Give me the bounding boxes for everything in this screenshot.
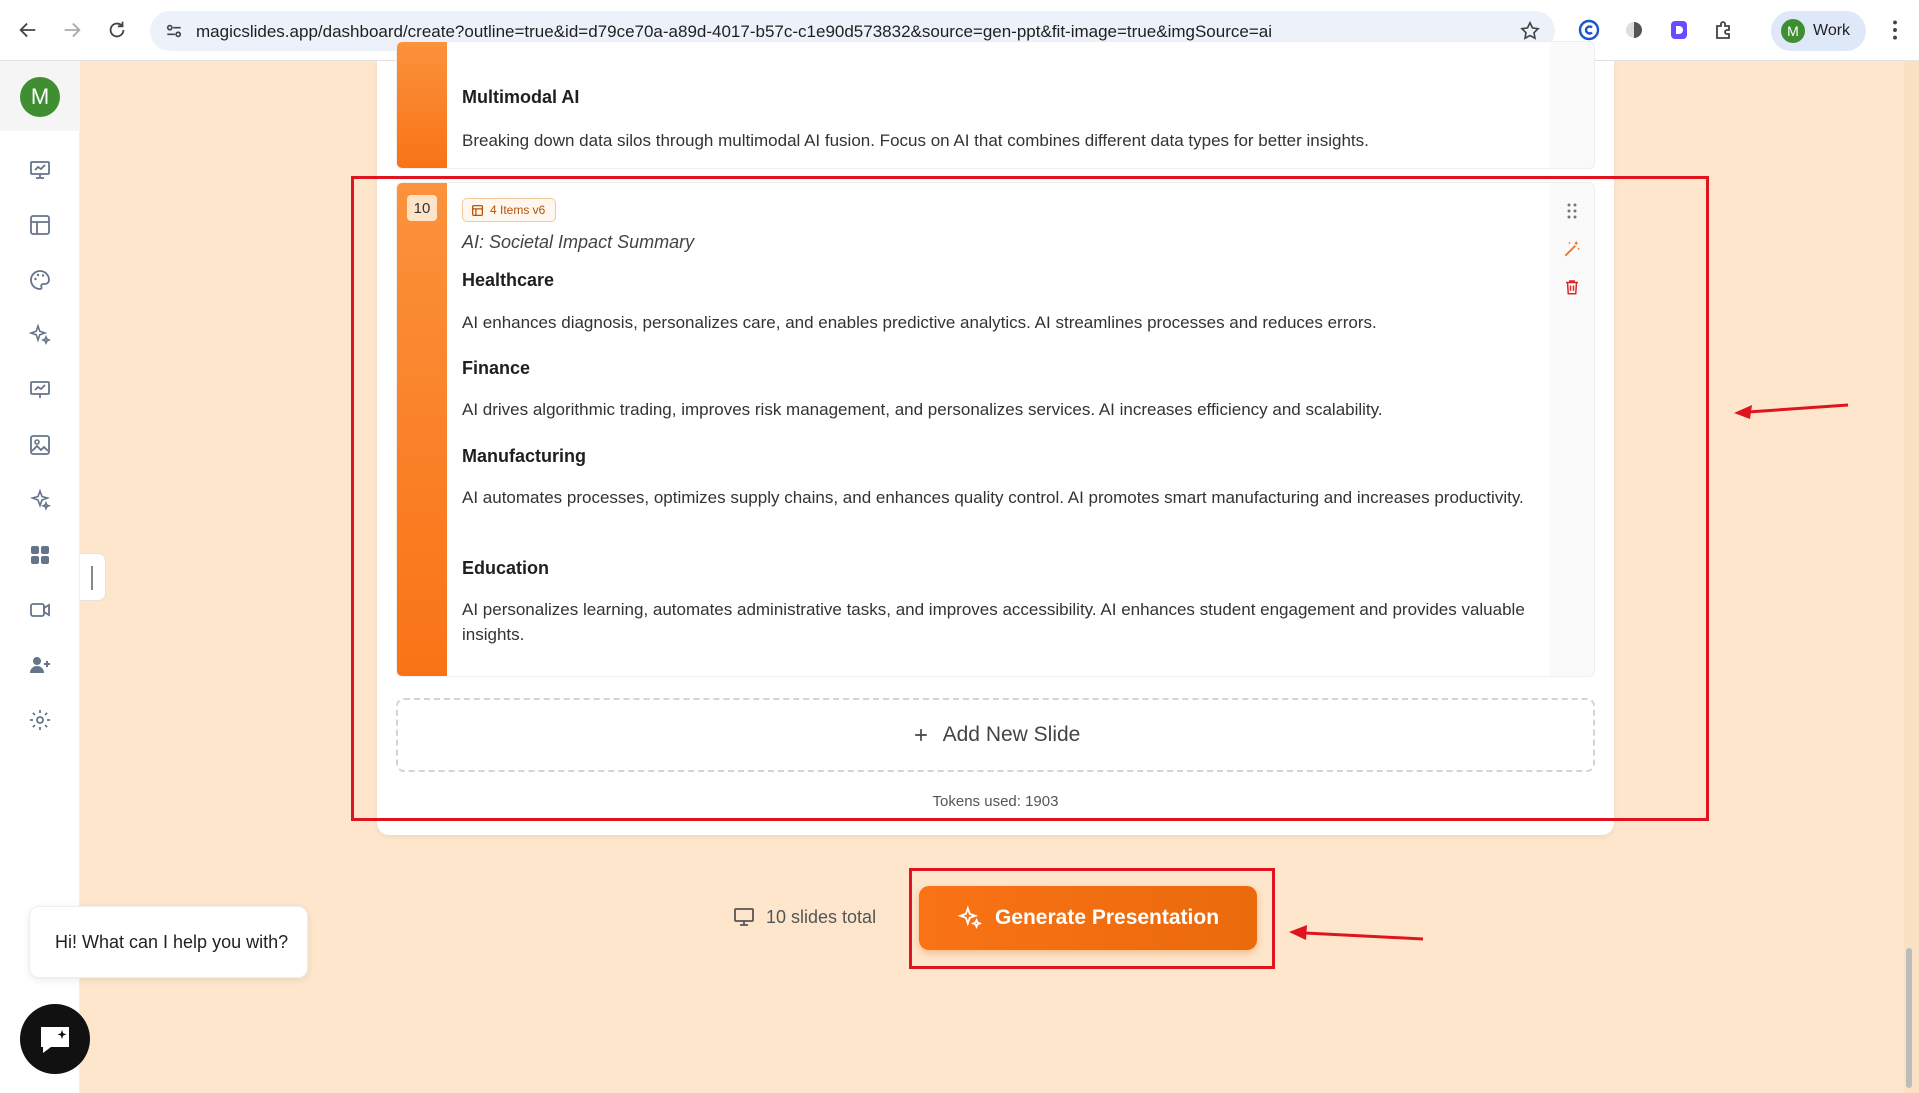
presentation-icon (734, 908, 754, 926)
slide-stripe (397, 42, 447, 168)
video-icon[interactable] (26, 596, 54, 624)
page-scrollbar[interactable] (1906, 948, 1912, 1088)
layout-icon[interactable] (26, 211, 54, 239)
copyright-extension-icon[interactable] (1575, 16, 1603, 44)
annotation-box-generate (909, 868, 1275, 969)
sparkle-icon[interactable] (26, 321, 54, 349)
annotation-box-slide (351, 176, 1709, 821)
slide-card-previous: Multimodal AI Breaking down data silos t… (396, 41, 1595, 169)
site-settings-icon[interactable] (164, 21, 184, 46)
chat-launcher-button[interactable] (20, 1004, 90, 1074)
palette-icon[interactable] (26, 266, 54, 294)
image-icon[interactable] (26, 431, 54, 459)
profile-label: Work (1813, 22, 1851, 39)
annotation-arrow-right (1734, 403, 1849, 419)
sidebar-header: M (0, 61, 80, 131)
browser-menu-icon[interactable] (1882, 17, 1908, 48)
slides-total-label: 10 slides total (766, 906, 877, 927)
annotation-arrow-generate (1289, 925, 1424, 941)
chat-greeting[interactable]: Hi! What can I help you with? (29, 906, 308, 978)
add-user-icon[interactable] (26, 651, 54, 679)
profile-chip[interactable]: M Work (1771, 11, 1866, 51)
d-extension-icon[interactable] (1665, 16, 1693, 44)
page-edge (1904, 61, 1919, 1093)
item-description[interactable]: Breaking down data silos through multimo… (462, 128, 1537, 153)
settings-icon[interactable] (26, 706, 54, 734)
url-text: magicslides.app/dashboard/create?outline… (196, 22, 1272, 41)
item-heading[interactable]: Multimodal AI (462, 87, 579, 108)
presentation-icon[interactable] (26, 156, 54, 184)
apps-icon[interactable] (26, 541, 54, 569)
slide-body: Multimodal AI Breaking down data silos t… (447, 42, 1550, 168)
forward-icon[interactable] (56, 14, 88, 46)
circle-extension-icon[interactable] (1620, 16, 1648, 44)
extensions-puzzle-icon[interactable] (1710, 16, 1738, 44)
magic-icon[interactable] (26, 486, 54, 514)
reload-icon[interactable] (101, 14, 133, 46)
back-icon[interactable] (12, 14, 44, 46)
chart-board-icon[interactable] (26, 376, 54, 404)
profile-avatar: M (1781, 19, 1805, 43)
user-avatar[interactable]: M (20, 77, 60, 117)
slides-total: 10 slides total (732, 905, 876, 929)
chat-icon (41, 1027, 69, 1053)
sidebar-collapse-handle[interactable] (80, 553, 106, 601)
